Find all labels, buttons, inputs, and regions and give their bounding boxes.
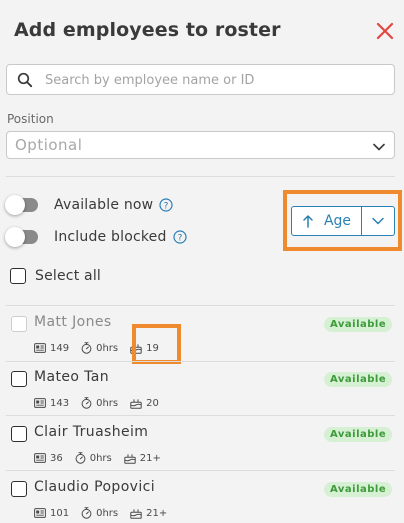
position-label: Position <box>7 112 54 126</box>
status-badge: Available <box>324 372 393 387</box>
age-value: 21+ <box>146 507 168 519</box>
search-input[interactable] <box>45 69 385 91</box>
info-icon[interactable]: ? <box>159 198 173 212</box>
arrow-up-icon <box>303 215 313 228</box>
select-all-label: Select all <box>35 268 101 284</box>
toggle-label: Include blocked <box>54 229 167 245</box>
stopwatch-icon <box>81 507 92 519</box>
age-value: 21+ <box>139 452 161 464</box>
status-badge: Available <box>324 317 393 332</box>
available-now-toggle[interactable] <box>5 195 38 215</box>
chevron-down-icon <box>372 217 384 225</box>
status-badge: Available <box>324 427 393 442</box>
chevron-down-icon <box>372 139 386 153</box>
stopwatch-icon <box>81 397 92 409</box>
employee-name: Matt Jones <box>34 314 112 330</box>
highlight-box <box>132 324 181 364</box>
position-value: Optional <box>15 136 83 154</box>
id-count: 36 <box>50 452 63 464</box>
id-count: 143 <box>50 397 70 409</box>
cake-icon <box>124 453 136 464</box>
employee-checkbox[interactable] <box>11 426 27 442</box>
list-item[interactable]: Clair Truasheim Available 36 0hrs 21+ <box>6 416 395 471</box>
employee-name: Claudio Popovici <box>34 479 156 495</box>
employee-stats: 36 0hrs 21+ <box>34 452 173 464</box>
toggle-include-blocked[interactable]: Include blocked ? <box>5 227 187 247</box>
id-card-icon <box>34 453 46 463</box>
sort-control: Age <box>291 206 395 236</box>
employee-name: Mateo Tan <box>34 369 110 385</box>
sort-label: Age <box>323 213 352 229</box>
search-box[interactable] <box>6 64 395 95</box>
stopwatch-icon <box>75 452 86 464</box>
toggle-available-now[interactable]: Available now ? <box>5 195 173 215</box>
sort-button[interactable]: Age <box>292 207 362 235</box>
toggle-label: Available now <box>54 197 154 213</box>
stopwatch-icon <box>81 342 92 354</box>
list-item: Matt Jones Available 149 0hrs 19 <box>6 306 395 361</box>
id-count: 149 <box>50 342 70 354</box>
svg-text:?: ? <box>164 201 169 211</box>
employee-checkbox[interactable] <box>11 481 27 497</box>
employee-stats: 143 0hrs 20 <box>34 397 171 409</box>
hours-value: 0hrs <box>96 507 119 519</box>
sort-dropdown-button[interactable] <box>362 207 394 235</box>
employee-checkbox <box>11 316 27 332</box>
hours-value: 0hrs <box>89 452 112 464</box>
page-title: Add employees to roster <box>14 19 281 41</box>
cake-icon <box>130 398 142 409</box>
employee-checkbox[interactable] <box>11 371 27 387</box>
hours-value: 0hrs <box>96 342 119 354</box>
list-item[interactable]: Mateo Tan Available 143 0hrs 20 <box>6 361 395 416</box>
hours-value: 0hrs <box>96 397 119 409</box>
include-blocked-toggle[interactable] <box>5 227 38 247</box>
add-employees-panel: Add employees to roster Position Optiona… <box>0 0 404 523</box>
age-value: 20 <box>146 397 159 409</box>
id-card-icon <box>34 343 46 353</box>
select-all[interactable]: Select all <box>10 268 101 284</box>
employee-stats: 101 0hrs 21+ <box>34 507 179 519</box>
position-select[interactable]: Optional <box>6 131 395 159</box>
list-item[interactable]: Claudio Popovici Available 101 0hrs 21+ <box>6 471 395 523</box>
cake-icon <box>130 508 142 519</box>
id-count: 101 <box>50 507 70 519</box>
id-card-icon <box>34 398 46 408</box>
employee-name: Clair Truasheim <box>34 424 149 440</box>
close-icon[interactable] <box>372 18 398 44</box>
divider <box>6 176 395 177</box>
id-card-icon <box>34 508 46 518</box>
status-badge: Available <box>324 482 393 497</box>
search-icon <box>17 72 33 88</box>
info-icon[interactable]: ? <box>172 230 187 244</box>
select-all-checkbox[interactable] <box>10 268 26 284</box>
svg-text:?: ? <box>177 233 182 243</box>
